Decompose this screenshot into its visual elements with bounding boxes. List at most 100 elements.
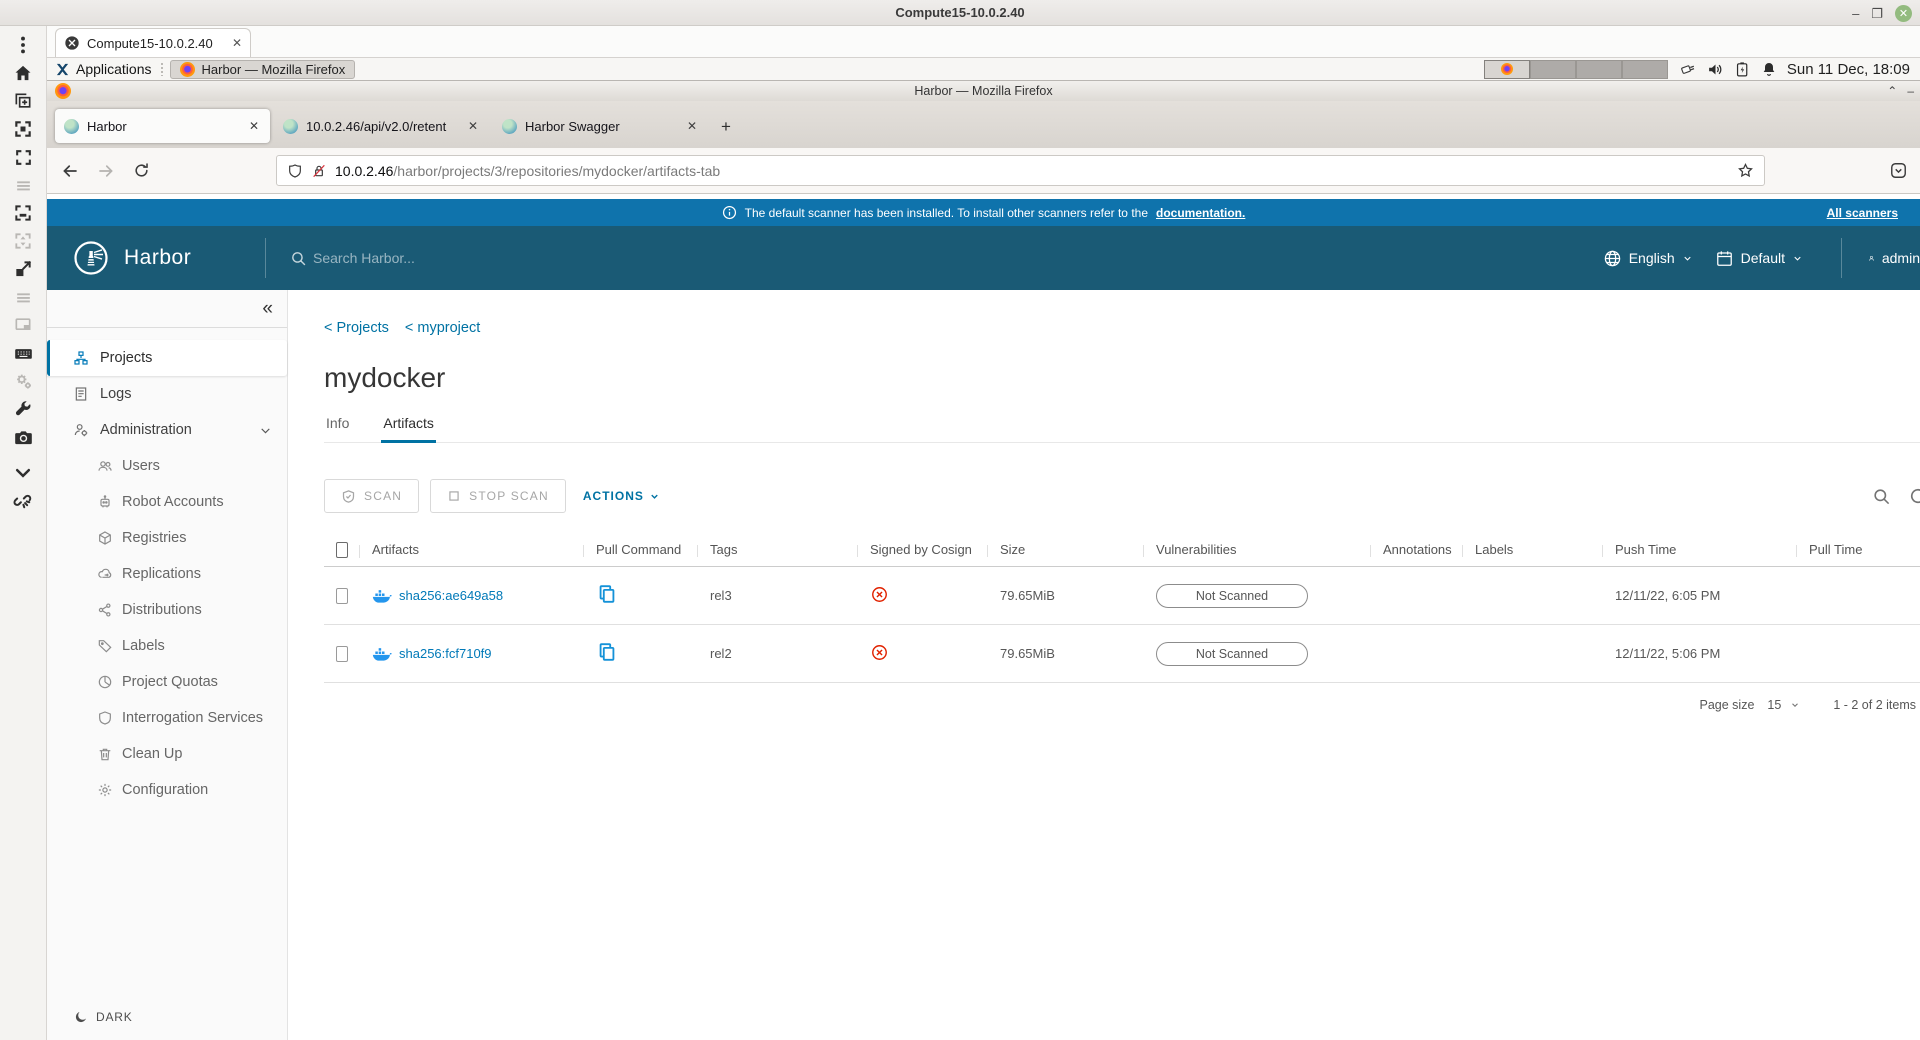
pocket-icon[interactable]: [1889, 161, 1910, 180]
battery-icon[interactable]: [1734, 61, 1751, 78]
disconnect-icon[interactable]: [12, 490, 34, 512]
column-header-labels[interactable]: Labels: [1463, 542, 1603, 557]
tab-artifacts[interactable]: Artifacts: [381, 415, 436, 443]
theme-menu[interactable]: Default: [1715, 249, 1803, 268]
scan-button[interactable]: SCAN: [324, 479, 420, 513]
column-header-push-time[interactable]: Push Time: [1603, 542, 1797, 557]
workspace-1[interactable]: [1483, 59, 1530, 79]
breadcrumb-projects-link[interactable]: < Projects: [324, 320, 389, 336]
scaled-mode-icon[interactable]: [12, 230, 34, 252]
back-button[interactable]: [61, 162, 79, 180]
sidebar-item-logs[interactable]: Logs: [47, 376, 287, 412]
language-menu[interactable]: English: [1603, 249, 1693, 268]
keyboard-icon[interactable]: [12, 342, 34, 364]
brand-block[interactable]: Harbor: [47, 240, 265, 276]
documentation-link[interactable]: documentation.: [1156, 206, 1245, 220]
fullscreen-icon[interactable]: [12, 146, 34, 168]
panel-clock[interactable]: Sun 11 Dec, 18:09: [1787, 61, 1910, 78]
sidebar-item-clean-up[interactable]: Clean Up: [47, 736, 287, 772]
url-text[interactable]: 10.0.2.46/harbor/projects/3/repositories…: [335, 163, 1729, 179]
os-close-button[interactable]: ✕: [1895, 4, 1912, 22]
usb-device-icon[interactable]: [1680, 61, 1697, 78]
header-search[interactable]: [290, 250, 533, 267]
firefox-minimize-button[interactable]: –: [1907, 84, 1914, 98]
breadcrumb-myproject-link[interactable]: < myproject: [405, 320, 480, 336]
volume-icon[interactable]: [1707, 61, 1724, 78]
browser-tab-swagger[interactable]: Harbor Swagger ✕: [493, 109, 708, 143]
sidebar-item-configuration[interactable]: Configuration: [47, 772, 287, 808]
grip-dots-icon[interactable]: [12, 34, 34, 56]
tab-info[interactable]: Info: [324, 415, 351, 442]
switch-page-icon[interactable]: [12, 314, 34, 336]
sidebar-item-administration[interactable]: Administration: [47, 412, 287, 448]
os-minimize-button[interactable]: –: [1852, 7, 1859, 20]
url-bar[interactable]: 10.0.2.46/harbor/projects/3/repositories…: [276, 155, 1765, 186]
preferences-gears-icon[interactable]: [12, 370, 34, 392]
sidebar-item-project-quotas[interactable]: Project Quotas: [47, 664, 287, 700]
dark-mode-toggle[interactable]: DARK: [47, 1004, 287, 1030]
select-all-checkbox[interactable]: [336, 541, 348, 558]
taskbar-window-button[interactable]: Harbor — Mozilla Firefox: [169, 59, 356, 79]
tab-close-icon[interactable]: ✕: [685, 119, 699, 133]
workspace-3[interactable]: [1575, 59, 1622, 79]
dynamic-resolution-icon[interactable]: [12, 202, 34, 224]
copy-pull-command-button[interactable]: [596, 583, 618, 608]
column-header-annotations[interactable]: Annotations: [1371, 542, 1463, 557]
menu-lines2-icon[interactable]: [12, 286, 34, 308]
browser-tab-api[interactable]: 10.0.2.46/api/v2.0/retent ✕: [274, 109, 489, 143]
row-checkbox[interactable]: [336, 645, 348, 662]
column-header-size[interactable]: Size: [988, 542, 1144, 557]
insecure-lock-icon[interactable]: [311, 163, 327, 179]
column-header-signed-by-cosign[interactable]: Signed by Cosign: [858, 542, 988, 557]
sidebar-item-users[interactable]: Users: [47, 448, 287, 484]
new-connection-icon[interactable]: [12, 90, 34, 112]
new-tab-button[interactable]: +: [712, 113, 740, 141]
menu-lines-icon[interactable]: [12, 174, 34, 196]
column-header-artifacts[interactable]: Artifacts: [360, 542, 584, 557]
column-header-pull-time[interactable]: Pull Time: [1797, 542, 1920, 557]
collapse-toolbar-chevron-icon[interactable]: [12, 462, 34, 484]
reload-button[interactable]: [133, 162, 150, 179]
sidebar-collapse-icon[interactable]: «: [262, 299, 273, 318]
artifact-digest-link[interactable]: sha256:fcf710f9: [372, 646, 572, 662]
bookmark-star-icon[interactable]: [1737, 162, 1754, 179]
all-scanners-link[interactable]: All scanners: [1827, 206, 1898, 220]
client-tab[interactable]: Compute15-10.0.2.40 ✕: [55, 28, 251, 57]
sidebar-item-projects[interactable]: Projects: [47, 340, 287, 376]
notification-bell-icon[interactable]: [1761, 61, 1777, 77]
tab-close-icon[interactable]: ✕: [247, 119, 261, 133]
os-maximize-button[interactable]: ❐: [1871, 7, 1883, 20]
sidebar-item-distributions[interactable]: Distributions: [47, 592, 287, 628]
forward-button[interactable]: [97, 162, 115, 180]
search-input[interactable]: [313, 250, 533, 266]
page-size-select[interactable]: 15: [1767, 698, 1800, 712]
column-header-vulnerabilities[interactable]: Vulnerabilities: [1144, 542, 1371, 557]
search-icon[interactable]: [1872, 487, 1891, 506]
user-menu[interactable]: admin: [1868, 249, 1920, 268]
home-icon[interactable]: [12, 62, 34, 84]
tracking-shield-icon[interactable]: [287, 163, 303, 179]
refresh-icon[interactable]: [1908, 486, 1920, 506]
sidebar-item-labels[interactable]: Labels: [47, 628, 287, 664]
applications-menu[interactable]: Applications: [55, 61, 152, 77]
row-checkbox[interactable]: [336, 587, 348, 604]
client-tab-close-icon[interactable]: ✕: [232, 36, 242, 50]
artifact-digest-link[interactable]: sha256:ae649a58: [372, 588, 572, 604]
tools-wrench-icon[interactable]: [12, 398, 34, 420]
firefox-menubar-toggle-icon[interactable]: ⌃: [1887, 84, 1897, 98]
screenshot-camera-icon[interactable]: [12, 426, 34, 448]
stop-scan-button[interactable]: STOP SCAN: [430, 479, 566, 513]
sidebar-item-registries[interactable]: Registries: [47, 520, 287, 556]
sidebar-item-interrogation-services[interactable]: Interrogation Services: [47, 700, 287, 736]
column-header-pull-command[interactable]: Pull Command: [584, 542, 698, 557]
fullscreen-center-icon[interactable]: [12, 118, 34, 140]
sidebar-item-replications[interactable]: Replications: [47, 556, 287, 592]
column-header-tags[interactable]: Tags: [698, 542, 858, 557]
copy-pull-command-button[interactable]: [596, 641, 618, 666]
actions-dropdown-button[interactable]: ACTIONS: [583, 489, 660, 503]
workspace-2[interactable]: [1529, 59, 1576, 79]
browser-tab-harbor[interactable]: Harbor ✕: [55, 109, 270, 143]
workspace-4[interactable]: [1621, 59, 1668, 79]
tab-close-icon[interactable]: ✕: [466, 119, 480, 133]
scale-fill-icon[interactable]: [12, 258, 34, 280]
